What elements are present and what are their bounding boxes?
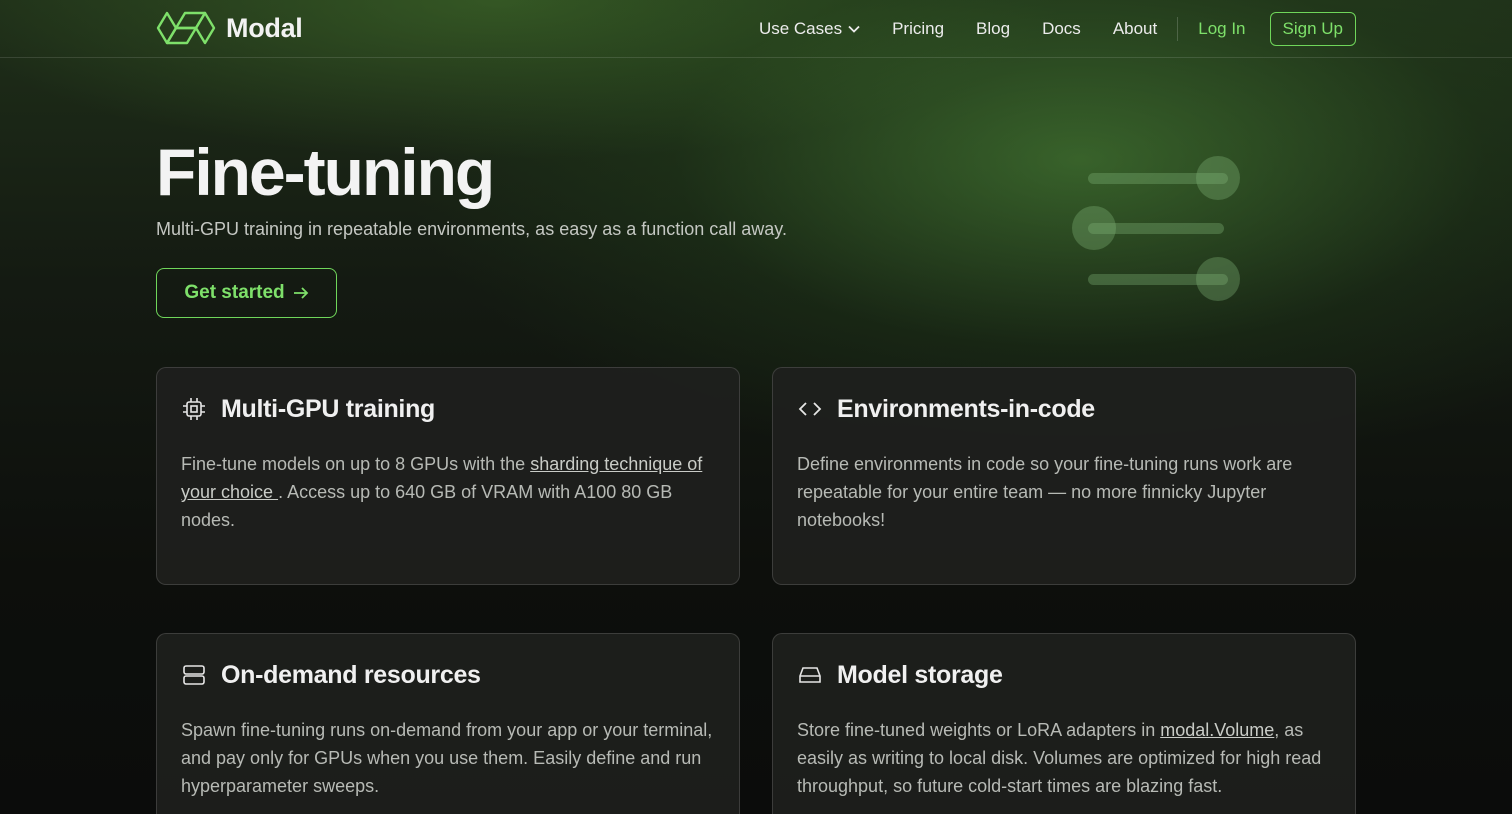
nav-blog[interactable]: Blog [976,19,1010,39]
chevron-down-icon [848,25,860,33]
code-brackets-icon [797,396,823,422]
arrow-right-icon [293,287,308,299]
get-started-button[interactable]: Get started [156,268,337,318]
card-description: Spawn fine-tuning runs on-demand from yo… [181,720,713,796]
card-title: Model storage [837,660,1003,689]
modal-logo-icon [156,11,216,45]
top-navbar: Modal Use Cases Pricing Blog Docs About … [0,0,1512,58]
page-subtitle: Multi-GPU training in repeatable environ… [156,219,787,239]
nav-use-cases[interactable]: Use Cases [759,19,860,39]
feature-card-multi-gpu: Multi-GPU training Fine-tune models on u… [156,367,740,585]
login-link[interactable]: Log In [1198,19,1245,39]
card-title: Environments-in-code [837,394,1095,423]
sliders-graphic-icon [1072,156,1240,301]
server-stack-icon [181,662,207,688]
nav-pricing[interactable]: Pricing [892,19,944,39]
brand-name: Modal [226,12,303,43]
cpu-chip-icon [181,396,207,422]
card-description: Store fine-tuned weights or LoRA adapter… [797,720,1322,796]
card-description: Define environments in code so your fine… [797,454,1293,530]
nav-about[interactable]: About [1113,19,1157,39]
page-title: Fine-tuning [156,135,495,209]
nav-divider [1177,17,1179,41]
feature-card-model-storage: Model storage Store fine-tuned weights o… [772,633,1356,814]
card-title: Multi-GPU training [221,394,436,423]
modal-volume-link[interactable]: modal.Volume [1160,720,1274,740]
feature-card-environments: Environments-in-code Define environments… [772,367,1356,585]
feature-card-on-demand: On-demand resources Spawn fine-tuning ru… [156,633,740,814]
card-title: On-demand resources [221,660,481,689]
get-started-label: Get started [184,282,285,303]
signup-button[interactable]: Sign Up [1269,12,1356,46]
nav-links: Use Cases Pricing Blog Docs About Log In… [759,12,1356,46]
hard-drive-icon [797,662,823,688]
nav-use-cases-label: Use Cases [758,19,843,38]
brand-logo[interactable]: Modal [156,11,303,45]
nav-docs[interactable]: Docs [1042,19,1081,39]
card-description: Fine-tune models on up to 8 GPUs with th… [181,454,703,530]
